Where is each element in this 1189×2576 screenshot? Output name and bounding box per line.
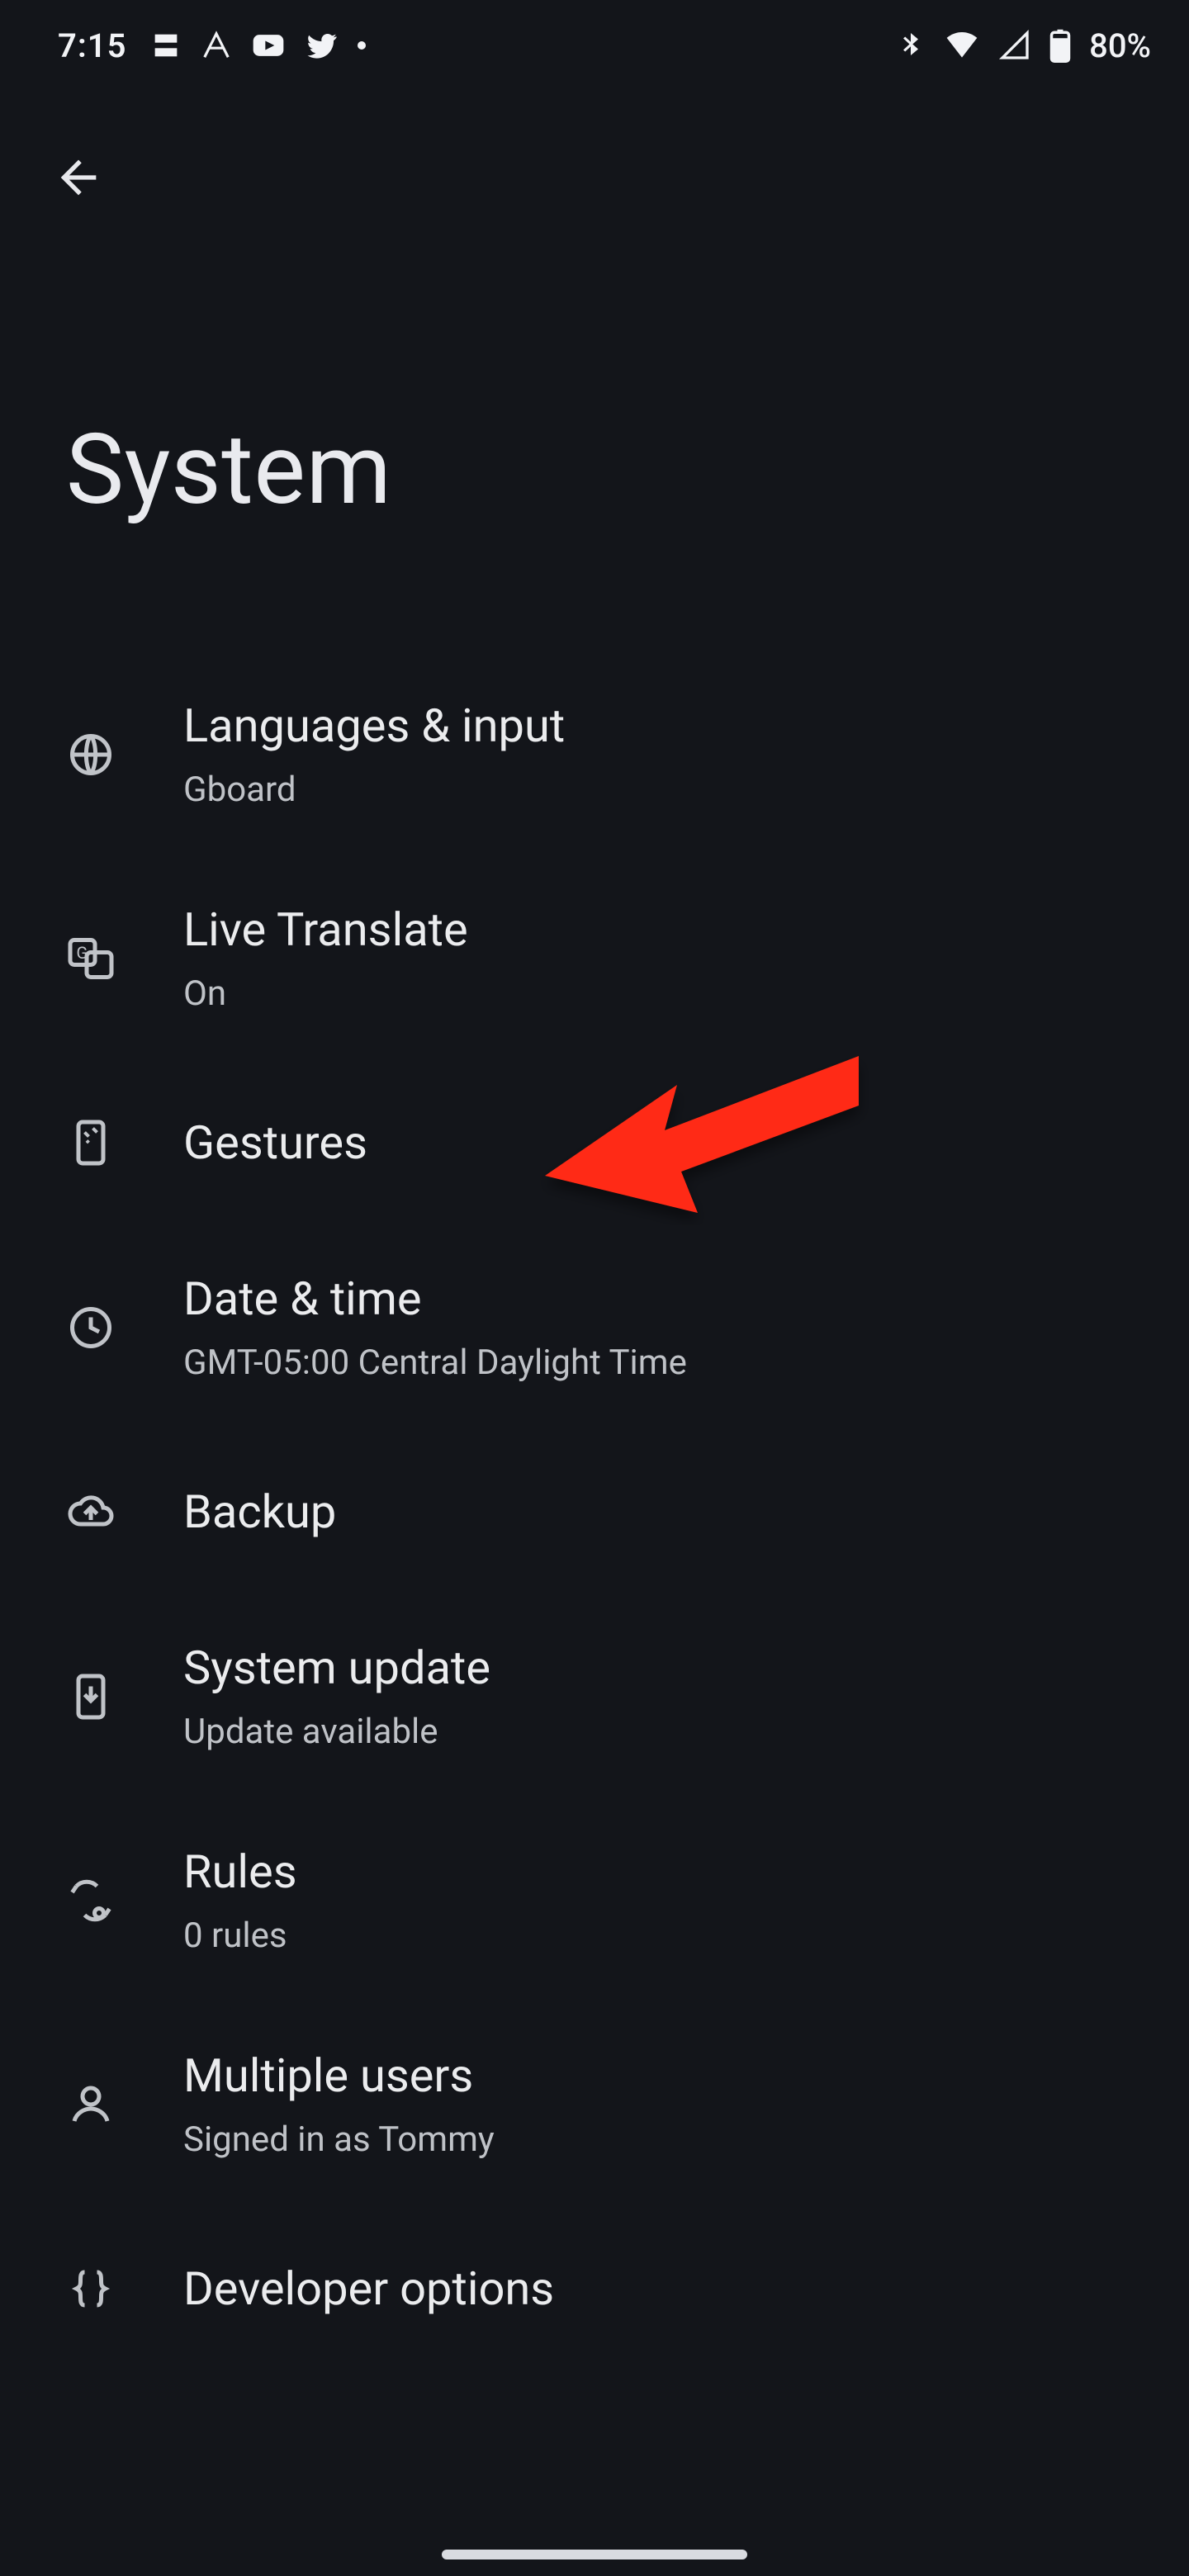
braces-icon [58,2264,124,2313]
person-icon [58,2080,124,2129]
item-live-translate[interactable]: G Live Translate On [58,856,1189,1060]
home-indicator[interactable] [442,2550,747,2559]
item-developer-options[interactable]: Developer options [58,2206,1189,2371]
app-bar [41,140,116,215]
item-backup[interactable]: Backup [58,1429,1189,1594]
gestures-icon [58,1118,124,1167]
item-subtitle: Update available [183,1712,490,1752]
item-title: Rules [183,1844,297,1899]
svg-text:G: G [77,943,88,963]
arrow-back-icon [52,151,105,204]
twitter-icon [305,28,339,63]
item-title: Live Translate [183,902,468,957]
status-bar-left: 7:15 [58,26,366,65]
item-gestures[interactable]: Gestures [58,1060,1189,1225]
item-title: Developer options [183,2261,554,2316]
item-date-time[interactable]: Date & time GMT-05:00 Central Daylight T… [58,1225,1189,1429]
item-rules[interactable]: Rules 0 rules [58,1798,1189,2002]
more-dot-icon [358,41,366,50]
wifi-icon [944,27,980,64]
item-languages-input[interactable]: Languages & input Gboard [58,652,1189,856]
android-settings-system-screen: 7:15 [0,0,1189,2576]
settings-list: Languages & input Gboard G Live Translat… [0,652,1189,2371]
page-title: System [66,413,391,527]
youtube-icon [250,27,287,64]
clock-icon [58,1303,124,1352]
item-title: Date & time [183,1271,687,1326]
cell-signal-icon [998,29,1031,62]
rules-icon [58,1876,124,1925]
status-time: 7:15 [58,26,126,65]
item-title: Languages & input [183,698,565,753]
battery-icon [1049,28,1071,63]
bluetooth-icon [896,31,926,60]
app-e-icon [149,29,182,62]
item-subtitle: GMT-05:00 Central Daylight Time [183,1342,687,1383]
item-title: Backup [183,1485,336,1539]
system-update-icon [58,1672,124,1721]
status-bar-right: 80% [896,26,1151,65]
status-bar: 7:15 [0,0,1189,91]
translate-icon: G [58,934,124,983]
item-multiple-users[interactable]: Multiple users Signed in as Tommy [58,2002,1189,2206]
app-a-icon [201,30,232,61]
globe-icon [58,730,124,779]
item-subtitle: 0 rules [183,1915,297,1956]
item-system-update[interactable]: System update Update available [58,1594,1189,1798]
item-subtitle: Signed in as Tommy [183,2119,495,2160]
item-title: Gestures [183,1115,367,1170]
item-subtitle: Gboard [183,769,565,810]
back-button[interactable] [41,140,116,215]
battery-percentage: 80% [1089,26,1151,65]
item-title: System update [183,1641,490,1695]
item-subtitle: On [183,973,468,1014]
cloud-upload-icon [58,1487,124,1537]
item-title: Multiple users [183,2048,495,2103]
